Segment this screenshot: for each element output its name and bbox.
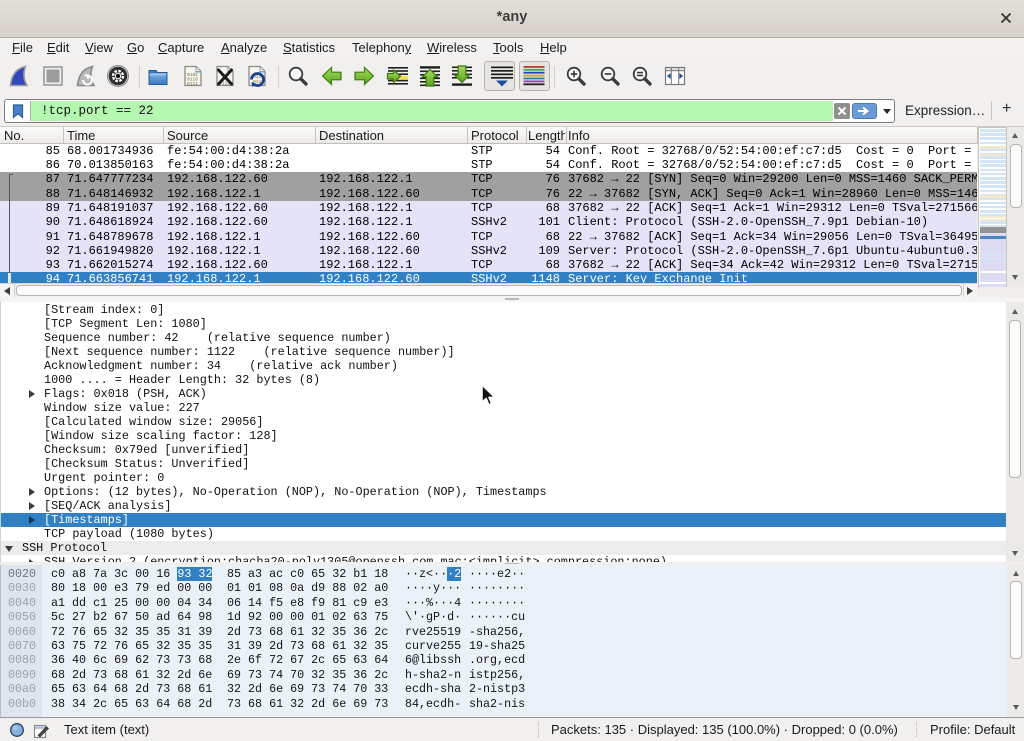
svg-text:0111: 0111 [187, 81, 198, 87]
